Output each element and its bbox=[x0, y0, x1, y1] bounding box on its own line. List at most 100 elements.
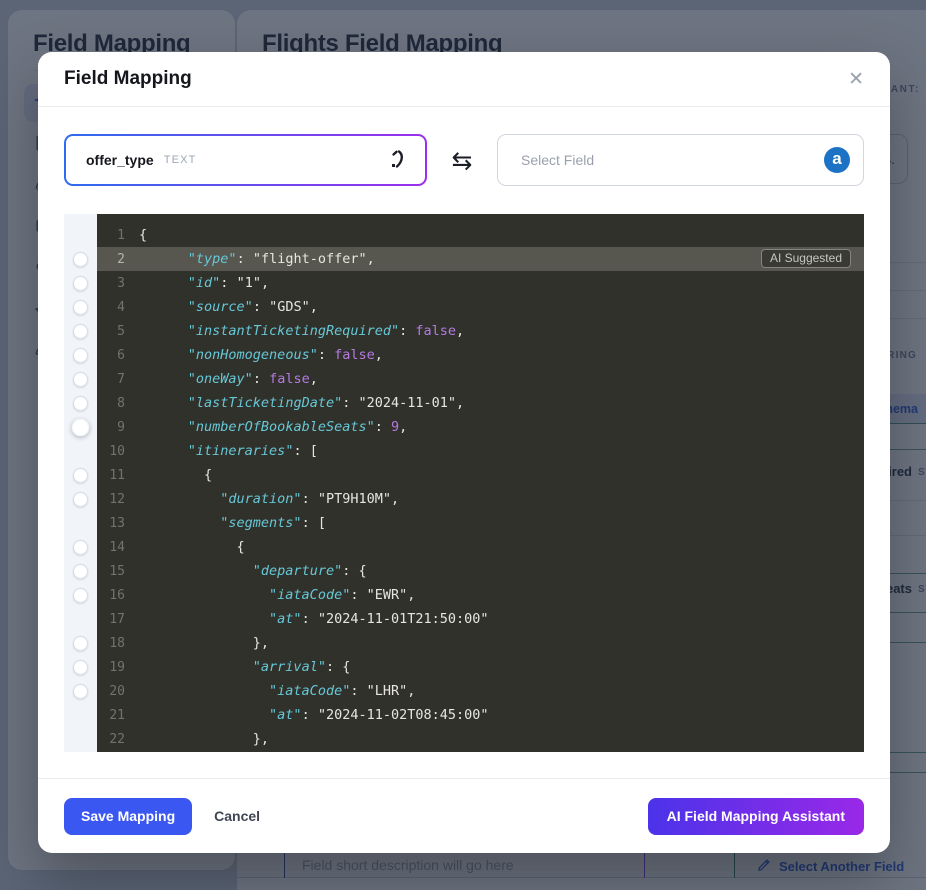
line-select-radio[interactable] bbox=[73, 587, 88, 603]
modal-footer: Save Mapping Cancel AI Field Mapping Ass… bbox=[38, 778, 890, 853]
line-number: 1 bbox=[117, 227, 125, 243]
code-line: 10 "itineraries": [ bbox=[64, 439, 864, 463]
line-gutter bbox=[64, 607, 97, 631]
line-number: 22 bbox=[109, 731, 125, 747]
line-gutter bbox=[64, 391, 97, 415]
code-line: 11 { bbox=[64, 463, 864, 487]
code-line: 14 { bbox=[64, 535, 864, 559]
code-text: "iataCode": "EWR", bbox=[269, 587, 416, 603]
line-number: 16 bbox=[109, 587, 125, 603]
line-gutter bbox=[64, 631, 97, 655]
line-gutter bbox=[64, 535, 97, 559]
line-number: 6 bbox=[117, 347, 125, 363]
line-number: 10 bbox=[109, 443, 125, 459]
line-gutter bbox=[64, 487, 97, 511]
code-text: { bbox=[139, 467, 213, 483]
line-gutter bbox=[64, 727, 97, 751]
line-gutter bbox=[64, 343, 97, 367]
json-code-viewer[interactable]: 1{2 "type": "flight-offer", AI Suggested 3… bbox=[64, 214, 864, 752]
line-gutter bbox=[64, 223, 97, 247]
code-line: 13 "segments": [ bbox=[64, 511, 864, 535]
code-text: "oneWay": false, bbox=[187, 371, 318, 387]
target-field-input[interactable] bbox=[497, 134, 864, 186]
line-select-radio[interactable] bbox=[73, 371, 88, 387]
modal-title: Field Mapping bbox=[64, 68, 192, 89]
code-text: "instantTicketingRequired": false, bbox=[187, 323, 465, 339]
close-icon[interactable]: ✕ bbox=[848, 70, 864, 89]
code-line: 6 "nonHomogeneous": false, bbox=[64, 343, 864, 367]
line-number: 18 bbox=[109, 635, 125, 651]
ai-suggested-badge: AI Suggested bbox=[760, 249, 851, 268]
code-line: 17 "at": "2024-11-01T21:50:00" bbox=[64, 607, 864, 631]
code-text: }, bbox=[139, 731, 270, 747]
code-line: 19 "arrival": { bbox=[64, 655, 864, 679]
line-select-radio[interactable] bbox=[73, 467, 88, 483]
code-line: 1{ bbox=[64, 223, 864, 247]
line-select-radio[interactable] bbox=[73, 491, 88, 507]
line-number: 12 bbox=[109, 491, 125, 507]
line-select-radio[interactable] bbox=[73, 635, 88, 651]
code-text: "itineraries": [ bbox=[187, 443, 318, 459]
line-select-radio[interactable] bbox=[71, 418, 90, 436]
code-line: 20 "iataCode": "LHR", bbox=[64, 679, 864, 703]
code-text: "at": "2024-11-02T08:45:00" bbox=[269, 707, 489, 723]
line-number: 14 bbox=[109, 539, 125, 555]
line-select-radio[interactable] bbox=[73, 275, 88, 291]
code-line: 9 "numberOfBookableSeats": 9, bbox=[64, 415, 864, 439]
line-gutter bbox=[64, 295, 97, 319]
code-line: 8 "lastTicketingDate": "2024-11-01", bbox=[64, 391, 864, 415]
line-select-radio[interactable] bbox=[73, 395, 88, 411]
code-text: { bbox=[139, 539, 245, 555]
swap-cell: ⇆ bbox=[427, 146, 497, 175]
line-select-radio[interactable] bbox=[73, 539, 88, 555]
line-gutter bbox=[64, 367, 97, 391]
line-number: 8 bbox=[117, 395, 125, 411]
line-gutter bbox=[64, 703, 97, 727]
code-text: }, bbox=[139, 635, 270, 651]
mapping-fields-row: offer_type TEXT ⇆ a bbox=[64, 134, 864, 186]
line-gutter bbox=[64, 463, 97, 487]
line-select-radio[interactable] bbox=[73, 563, 88, 579]
code-line: 16 "iataCode": "EWR", bbox=[64, 583, 864, 607]
code-line: 3 "id": "1", bbox=[64, 271, 864, 295]
line-select-radio[interactable] bbox=[73, 251, 88, 267]
line-number: 3 bbox=[117, 275, 125, 291]
source-field-input[interactable]: offer_type TEXT bbox=[64, 134, 427, 186]
code-text: { bbox=[139, 227, 148, 243]
save-mapping-button[interactable]: Save Mapping bbox=[64, 797, 193, 835]
line-select-radio[interactable] bbox=[73, 347, 88, 363]
line-number: 17 bbox=[109, 611, 125, 627]
line-number: 19 bbox=[109, 659, 125, 675]
line-select-radio[interactable] bbox=[73, 299, 88, 315]
code-line: 2 "type": "flight-offer", AI Suggested bbox=[64, 247, 864, 271]
line-number: 11 bbox=[109, 467, 125, 483]
source-field-type: TEXT bbox=[163, 154, 197, 166]
line-gutter bbox=[64, 415, 97, 439]
duffel-logo-icon bbox=[385, 148, 409, 172]
code-text: "iataCode": "LHR", bbox=[269, 683, 416, 699]
cancel-button[interactable]: Cancel bbox=[200, 798, 274, 835]
line-select-radio[interactable] bbox=[73, 323, 88, 339]
screen: Field Mapping Flights Field Mapping VARI… bbox=[0, 0, 926, 890]
code-text: "departure": { bbox=[252, 563, 367, 579]
line-gutter bbox=[64, 439, 97, 463]
ai-field-mapping-assistant-button[interactable]: AI Field Mapping Assistant bbox=[647, 797, 864, 835]
line-number: 9 bbox=[117, 419, 125, 435]
code-text: "at": "2024-11-01T21:50:00" bbox=[269, 611, 489, 627]
line-number: 4 bbox=[117, 299, 125, 315]
code-line: 18 }, bbox=[64, 631, 864, 655]
code-line: 15 "departure": { bbox=[64, 559, 864, 583]
code-text: "nonHomogeneous": false, bbox=[187, 347, 383, 363]
code-line: 21 "at": "2024-11-02T08:45:00" bbox=[64, 703, 864, 727]
line-gutter bbox=[64, 271, 97, 295]
code-text: "lastTicketingDate": "2024-11-01", bbox=[187, 395, 465, 411]
line-select-radio[interactable] bbox=[73, 683, 88, 699]
line-number: 21 bbox=[109, 707, 125, 723]
line-select-radio[interactable] bbox=[73, 659, 88, 675]
code-line: 5 "instantTicketingRequired": false, bbox=[64, 319, 864, 343]
code-line: 4 "source": "GDS", bbox=[64, 295, 864, 319]
target-field: a bbox=[497, 134, 864, 186]
line-number: 20 bbox=[109, 683, 125, 699]
line-number: 5 bbox=[117, 323, 125, 339]
code-line: 12 "duration": "PT9H10M", bbox=[64, 487, 864, 511]
